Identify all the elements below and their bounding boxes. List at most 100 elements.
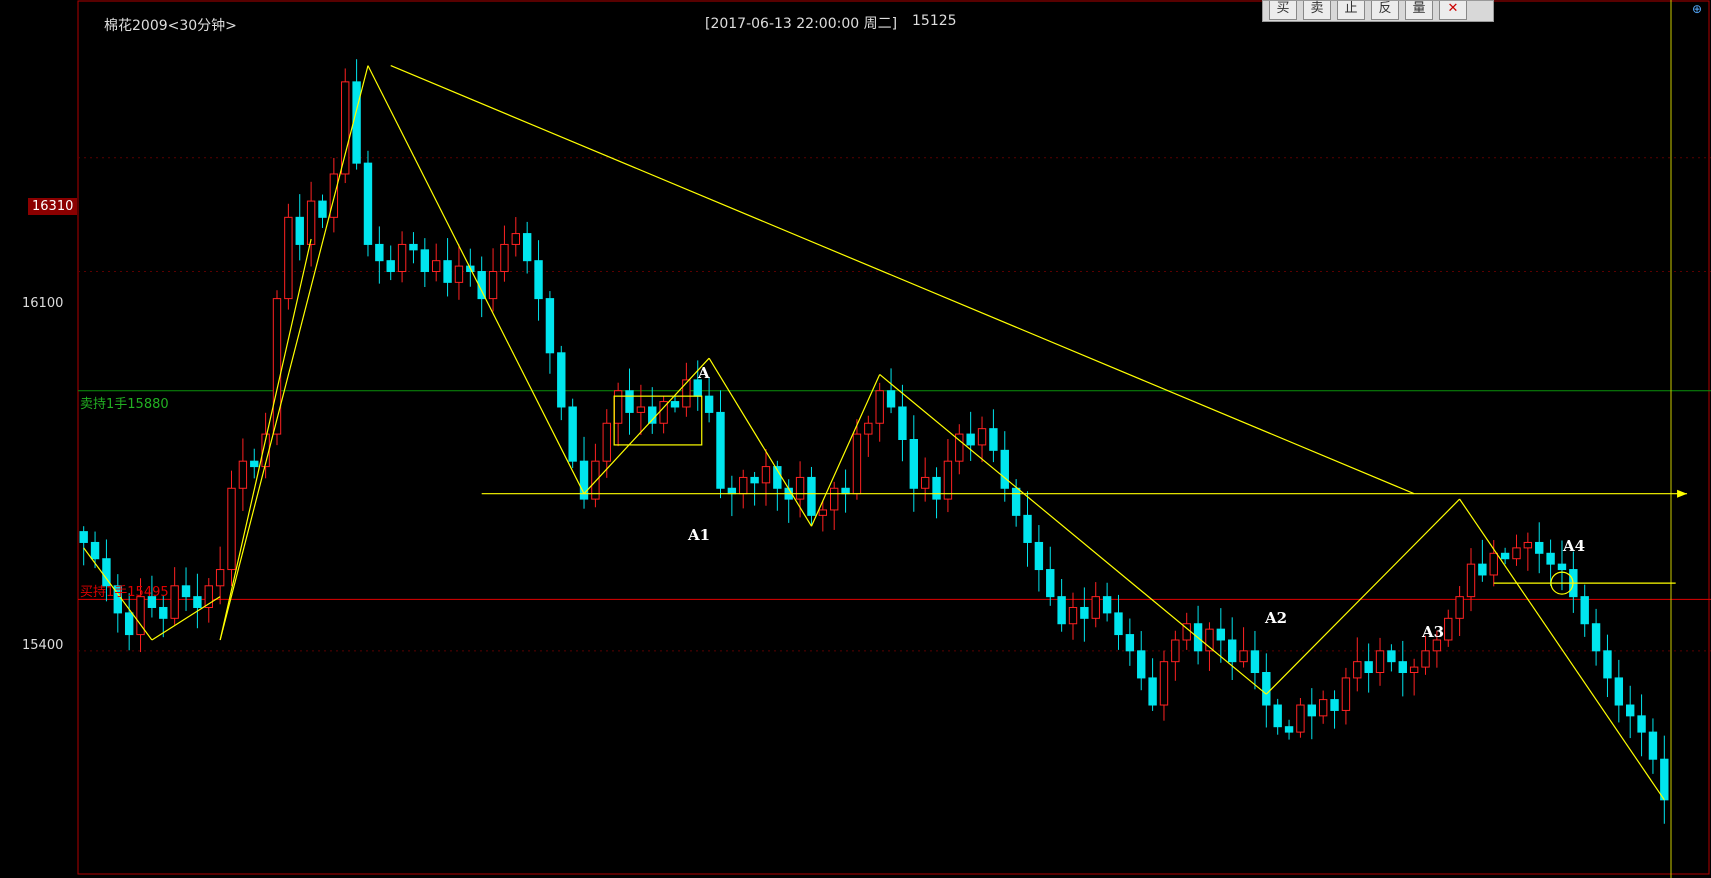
candle-body (1125, 634, 1135, 652)
candle-body (1216, 628, 1226, 641)
candle-body (1398, 661, 1407, 674)
candle-body (500, 243, 509, 273)
wave-label-a2: A2 (1265, 609, 1288, 627)
trendline (219, 65, 369, 641)
trendline (1265, 498, 1461, 695)
candle-body (1478, 563, 1487, 576)
arrow-head-icon (1677, 489, 1688, 498)
candle-body (716, 411, 725, 489)
chart-title: 棉花2009<30分钟> (104, 18, 237, 34)
wave-label-a3: A3 (1422, 623, 1445, 641)
buy-button[interactable]: 买 (1269, 1, 1297, 20)
candle-body (1387, 650, 1396, 663)
candle-body (159, 606, 168, 619)
candle-body (1307, 704, 1316, 717)
candle-body (193, 596, 202, 608)
candle-body (1466, 563, 1476, 598)
candle-body (1444, 617, 1453, 641)
candle-body (1262, 672, 1271, 706)
zoom-icon[interactable]: ⊕ (1692, 2, 1706, 16)
trendline (367, 65, 585, 494)
reverse-button[interactable]: 反 (1371, 1, 1399, 20)
candle-body (272, 298, 282, 435)
buy-position-label: 买持1手15495 (80, 585, 169, 600)
candle-body (932, 476, 941, 500)
candle-body (989, 428, 998, 451)
candle-body (977, 428, 987, 446)
candle-body (1102, 596, 1112, 614)
candle-body (750, 476, 759, 484)
candle-body (807, 476, 816, 516)
candle-body (397, 243, 407, 273)
candle-body (1603, 650, 1612, 679)
candle-body (318, 200, 327, 218)
volume-button[interactable]: 量 (1405, 1, 1433, 20)
candle-body (1626, 704, 1635, 717)
datetime-readout: [2017-06-13 22:00:00 周二] (705, 16, 898, 32)
candle-body (329, 173, 339, 218)
candle-body (352, 81, 361, 164)
last-price-readout: 15125 (912, 13, 957, 29)
candle-body (443, 260, 452, 283)
candle-body (1409, 666, 1419, 674)
price-label-highlight: 16310 (28, 198, 78, 215)
candle-body (454, 265, 464, 283)
sell-position-label: 卖持1手15880 (80, 397, 169, 412)
candle-body (1648, 731, 1658, 760)
candle-body (568, 406, 577, 462)
candle-body (682, 379, 691, 408)
candle-body (1034, 541, 1044, 571)
candle-body (1546, 552, 1555, 565)
candlestick-chart[interactable] (0, 0, 1711, 878)
candle-body (1489, 552, 1498, 576)
stop-button[interactable]: 止 (1337, 1, 1365, 20)
candle-body (1137, 650, 1146, 679)
candle-body (1080, 606, 1089, 619)
candle-body (852, 433, 862, 495)
candle-body (1557, 563, 1567, 571)
candle-body (545, 298, 555, 354)
candle-body (1023, 514, 1032, 543)
candle-body (1171, 639, 1180, 663)
sell-button[interactable]: 卖 (1303, 1, 1331, 20)
candle-body (886, 390, 896, 408)
wave-label-a: A (698, 364, 710, 382)
candle-body (1148, 677, 1157, 706)
candle-body (704, 395, 714, 413)
candle-body (648, 406, 657, 424)
candle-body (670, 401, 680, 408)
candle-body (1068, 606, 1078, 625)
candle-body (238, 460, 248, 489)
candle-body (432, 260, 441, 273)
close-icon[interactable]: ✕ (1439, 1, 1467, 20)
candle-body (920, 476, 930, 489)
candle-body (227, 487, 236, 571)
candle-body (1375, 650, 1385, 674)
candle-body (875, 390, 884, 424)
candle-body (1523, 541, 1533, 549)
candle-body (1296, 704, 1305, 733)
candle-body (1421, 650, 1430, 668)
candle-body (295, 216, 304, 245)
candle-body (1250, 650, 1260, 674)
candle-body (966, 433, 975, 446)
price-label-15400: 15400 (22, 638, 64, 653)
candle-body (1637, 715, 1646, 733)
candle-body (693, 379, 702, 397)
candle-body (557, 352, 566, 408)
candle-body (1455, 596, 1464, 619)
candle-body (420, 249, 430, 273)
candle-body (1273, 704, 1282, 728)
candle-body (1341, 677, 1351, 711)
candle-body (818, 509, 828, 516)
candle-body (761, 466, 771, 484)
price-label-16100: 16100 (22, 296, 64, 311)
candle-body (1239, 650, 1248, 663)
candle-body (488, 271, 498, 300)
candle-body (124, 612, 134, 636)
candle-body (1512, 547, 1521, 560)
candle-body (375, 243, 384, 262)
candle-body (1330, 699, 1339, 711)
candle-body (864, 422, 873, 435)
candle-body (363, 162, 373, 245)
